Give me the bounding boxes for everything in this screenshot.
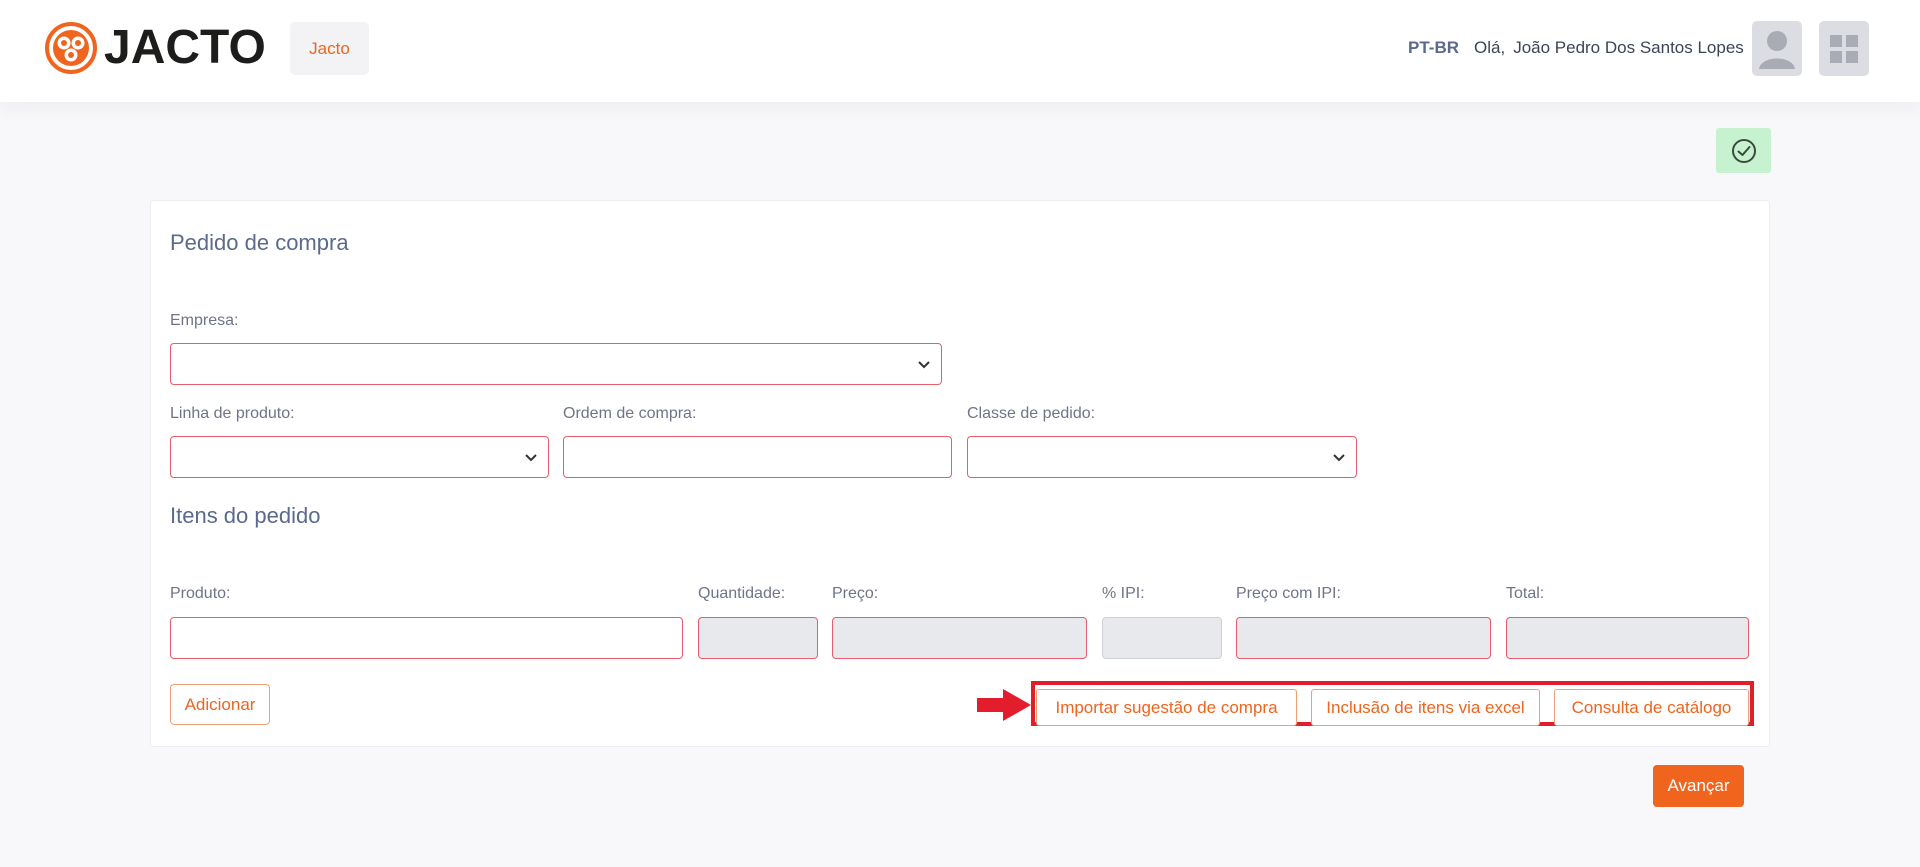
quantity-input[interactable] bbox=[698, 617, 818, 659]
total-label: Total: bbox=[1506, 585, 1545, 602]
greeting-text: Olá, bbox=[1474, 38, 1506, 57]
check-circle-icon bbox=[1731, 138, 1756, 163]
user-avatar-icon bbox=[1759, 31, 1795, 69]
purchase-order-input[interactable] bbox=[563, 436, 952, 478]
highlighted-actions-group: Importar sugestão de compra Inclusão de … bbox=[1031, 681, 1754, 726]
ipi-input[interactable] bbox=[1102, 617, 1222, 659]
price-with-ipi-input[interactable] bbox=[1236, 617, 1491, 659]
user-name: João Pedro Dos Santos Lopes bbox=[1513, 38, 1744, 57]
catalog-consult-button[interactable]: Consulta de catálogo bbox=[1554, 689, 1749, 726]
chevron-down-icon bbox=[1333, 454, 1345, 462]
price-with-ipi-label: Preço com IPI: bbox=[1236, 585, 1341, 602]
company-label: Empresa: bbox=[170, 312, 239, 329]
include-items-excel-button[interactable]: Inclusão de itens via excel bbox=[1311, 689, 1540, 726]
total-input[interactable] bbox=[1506, 617, 1749, 659]
chevron-down-icon bbox=[918, 361, 930, 369]
grid-icon bbox=[1830, 34, 1858, 63]
advance-button[interactable]: Avançar bbox=[1653, 765, 1744, 807]
items-section-title: Itens do pedido bbox=[170, 503, 321, 528]
ipi-label: % IPI: bbox=[1102, 585, 1145, 602]
status-button[interactable] bbox=[1716, 128, 1771, 173]
product-line-label: Linha de produto: bbox=[170, 405, 295, 422]
jacto-logo[interactable]: JACTO bbox=[45, 20, 266, 76]
price-label: Preço: bbox=[832, 585, 879, 602]
apps-menu-button[interactable] bbox=[1819, 21, 1869, 76]
product-line-select[interactable] bbox=[170, 436, 549, 478]
add-item-button[interactable]: Adicionar bbox=[170, 684, 270, 725]
chevron-down-icon bbox=[525, 454, 537, 462]
jacto-logo-icon bbox=[45, 22, 97, 74]
order-class-select[interactable] bbox=[967, 436, 1357, 478]
product-label: Produto: bbox=[170, 585, 231, 602]
arrow-right-icon bbox=[977, 689, 1031, 721]
user-greeting: Olá, João Pedro Dos Santos Lopes bbox=[1474, 38, 1744, 58]
order-class-label: Classe de pedido: bbox=[967, 405, 1096, 422]
product-input[interactable] bbox=[170, 617, 683, 659]
top-bar: JACTO Jacto PT-BR Olá, João Pedro Dos San… bbox=[0, 0, 1920, 102]
quantity-label: Quantidade: bbox=[698, 585, 786, 602]
import-purchase-suggestion-button[interactable]: Importar sugestão de compra bbox=[1036, 689, 1297, 726]
brand-name: JACTO bbox=[104, 21, 266, 74]
company-selector[interactable]: Jacto bbox=[290, 22, 369, 75]
language-selector[interactable]: PT-BR bbox=[1408, 38, 1459, 58]
purchase-order-label: Ordem de compra: bbox=[563, 405, 697, 422]
order-section-title: Pedido de compra bbox=[170, 230, 349, 255]
price-input[interactable] bbox=[832, 617, 1087, 659]
company-select[interactable] bbox=[170, 343, 942, 385]
user-avatar[interactable] bbox=[1752, 21, 1802, 76]
